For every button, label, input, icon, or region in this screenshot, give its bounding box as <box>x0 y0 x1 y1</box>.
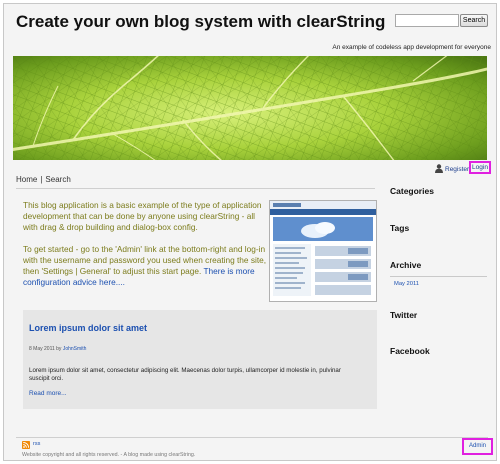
app-screenshot-thumbnail <box>269 200 377 302</box>
login-link[interactable]: Login <box>469 161 491 174</box>
sidebar-heading-archive: Archive <box>390 260 422 270</box>
nav-separator: | <box>40 175 43 184</box>
post-date: 8 May 2011 <box>29 346 55 352</box>
site-title: Create your own blog system with clearSt… <box>16 12 386 31</box>
rss-link[interactable]: rss <box>33 441 40 447</box>
read-more-link[interactable]: Read more... <box>29 390 67 397</box>
nav-home[interactable]: Home <box>16 175 37 184</box>
post-title-link[interactable]: Lorem ipsum dolor sit amet <box>29 323 147 333</box>
page-container: Create your own blog system with clearSt… <box>3 3 497 461</box>
post-excerpt: Lorem ipsum dolor sit amet, consectetur … <box>29 367 341 382</box>
footer-divider <box>16 437 488 438</box>
search-button[interactable]: Search <box>460 14 488 27</box>
intro-paragraph-1: This blog application is a basic example… <box>23 200 262 232</box>
leaf-banner-image <box>13 56 487 160</box>
sidebar-heading-twitter: Twitter <box>390 310 418 320</box>
intro-paragraph-2: To get started - go to the 'Admin' link … <box>23 244 269 288</box>
sidebar-heading-tags: Tags <box>390 223 410 233</box>
sidebar-heading-facebook: Facebook <box>390 346 430 356</box>
admin-link[interactable]: Admin <box>462 438 493 455</box>
post-by-label: by <box>56 346 62 352</box>
archive-item-may-2011[interactable]: May 2011 <box>394 281 419 287</box>
search-input[interactable] <box>395 14 459 27</box>
post-meta: 8 May 2011 by JohnSmith <box>29 346 86 352</box>
rss-icon[interactable] <box>22 441 30 449</box>
user-icon <box>435 164 443 173</box>
nav-divider <box>16 188 375 189</box>
footer-copyright: Website copyright and all rights reserve… <box>22 452 196 458</box>
register-link[interactable]: Register <box>445 166 469 173</box>
post-author-link[interactable]: JohnSmith <box>63 346 87 352</box>
archive-divider <box>390 276 487 277</box>
intro-text: This blog application is a basic example… <box>23 200 269 288</box>
site-tagline: An example of codeless app development f… <box>332 44 491 51</box>
post-summary: Lorem ipsum dolor sit amet 8 May 2011 by… <box>23 310 377 409</box>
main-nav: Home | Search <box>16 175 71 184</box>
nav-search[interactable]: Search <box>45 175 70 184</box>
sidebar-heading-categories: Categories <box>390 186 434 196</box>
